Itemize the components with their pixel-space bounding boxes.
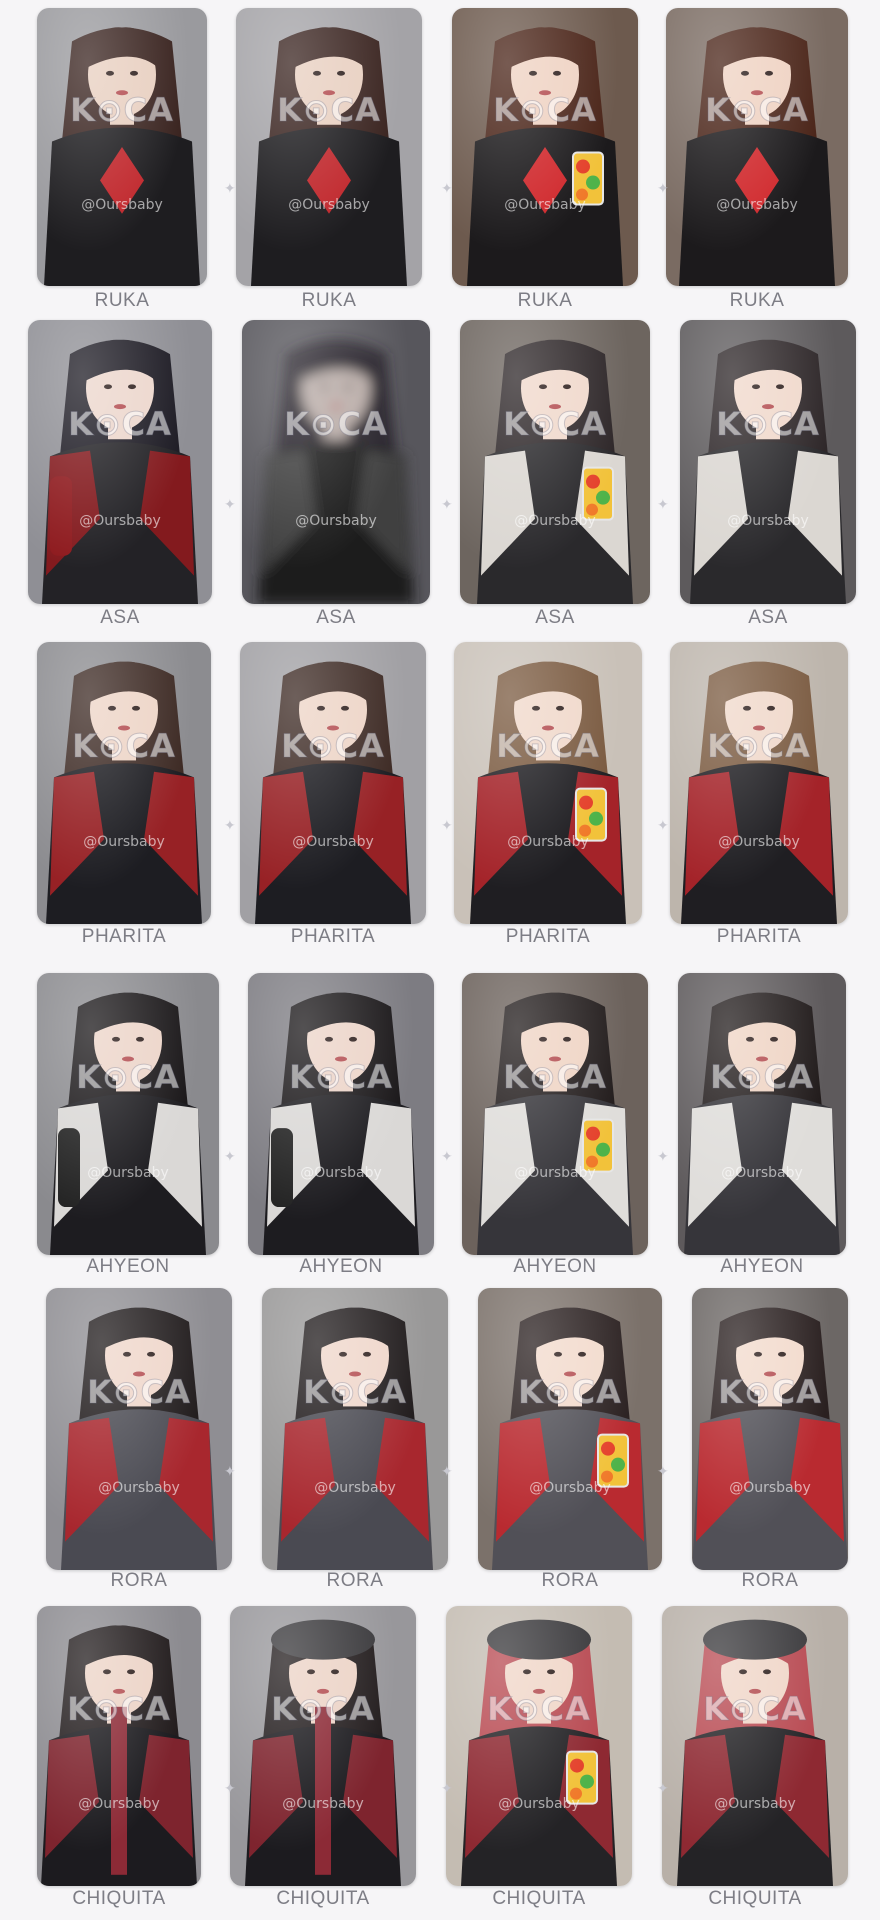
member-name-label: CHIQUITA <box>72 1888 166 1909</box>
photocard[interactable]: K⊙CA @Oursbaby <box>662 1606 848 1886</box>
photo-sheen <box>462 973 648 1255</box>
member-name-label: PHARITA <box>716 926 802 947</box>
photo-sheen <box>666 8 848 286</box>
photo-sheen <box>678 973 846 1255</box>
photocard[interactable]: K⊙CA @Oursbaby <box>454 642 642 924</box>
sparkle-icon: ✦ <box>441 180 453 197</box>
photo-sheen <box>248 973 434 1255</box>
photo-sheen <box>230 1606 416 1886</box>
sparkle-icon: ✦ <box>224 180 236 197</box>
photo-sheen <box>236 8 422 286</box>
member-name-label: AHYEON <box>513 1256 597 1277</box>
photo-sheen <box>452 8 638 286</box>
photocard[interactable]: K⊙CA @Oursbaby <box>242 320 430 604</box>
sparkle-icon: ✦ <box>224 1779 236 1796</box>
photocard[interactable]: K⊙CA @Oursbaby <box>37 8 207 286</box>
photo-sheen <box>37 1606 201 1886</box>
photocard[interactable]: K⊙CA @Oursbaby <box>460 320 650 604</box>
photo-sheen <box>692 1288 848 1570</box>
sparkle-icon: ✦ <box>441 1462 453 1479</box>
sparkle-icon: ✦ <box>224 1462 236 1479</box>
photo-sheen <box>662 1606 848 1886</box>
photocard[interactable]: K⊙CA @Oursbaby <box>230 1606 416 1886</box>
member-name-label: PHARITA <box>505 926 591 947</box>
sparkle-icon: ✦ <box>441 1779 453 1796</box>
photocard[interactable]: K⊙CA @Oursbaby <box>678 973 846 1255</box>
photo-sheen <box>37 642 211 924</box>
photo-sheen <box>478 1288 662 1570</box>
sparkle-icon: ✦ <box>657 496 669 513</box>
photo-sheen <box>680 320 856 604</box>
photocard[interactable]: K⊙CA @Oursbaby <box>37 973 219 1255</box>
member-name-label: RUKA <box>301 290 357 311</box>
photocard[interactable]: K⊙CA @Oursbaby <box>666 8 848 286</box>
member-name-label: ASA <box>100 607 140 628</box>
photo-sheen <box>454 642 642 924</box>
photocard[interactable]: K⊙CA @Oursbaby <box>46 1288 232 1570</box>
photocard[interactable]: K⊙CA @Oursbaby <box>446 1606 632 1886</box>
member-name-label: AHYEON <box>86 1256 170 1277</box>
photocard[interactable]: K⊙CA @Oursbaby <box>28 320 212 604</box>
sparkle-icon: ✦ <box>441 496 453 513</box>
sparkle-icon: ✦ <box>224 1147 236 1164</box>
photocard[interactable]: K⊙CA @Oursbaby <box>462 973 648 1255</box>
member-name-label: ASA <box>748 607 788 628</box>
photocard[interactable]: K⊙CA @Oursbaby <box>248 973 434 1255</box>
photo-sheen <box>28 320 212 604</box>
photo-sheen <box>262 1288 448 1570</box>
member-name-label: AHYEON <box>720 1256 804 1277</box>
member-name-label: RUKA <box>729 290 785 311</box>
photocard[interactable]: K⊙CA @Oursbaby <box>236 8 422 286</box>
photocard[interactable]: K⊙CA @Oursbaby <box>692 1288 848 1570</box>
photocard-sheet: K⊙CA @Oursbaby RUKA K⊙CA @Oursbaby RUKA K⊙CA @O… <box>0 0 880 1920</box>
photo-sheen <box>670 642 848 924</box>
photocard[interactable]: K⊙CA @Oursbaby <box>452 8 638 286</box>
sparkle-icon: ✦ <box>441 1147 453 1164</box>
photo-sheen <box>460 320 650 604</box>
photo-sheen <box>446 1606 632 1886</box>
sparkle-icon: ✦ <box>657 1779 669 1796</box>
sparkle-icon: ✦ <box>657 180 669 197</box>
sparkle-icon: ✦ <box>657 1147 669 1164</box>
sparkle-icon: ✦ <box>441 816 453 833</box>
photocard[interactable]: K⊙CA @Oursbaby <box>670 642 848 924</box>
photo-sheen <box>37 8 207 286</box>
member-name-label: CHIQUITA <box>708 1888 802 1909</box>
member-name-label: RUKA <box>517 290 573 311</box>
photocard[interactable]: K⊙CA @Oursbaby <box>37 1606 201 1886</box>
photocard[interactable]: K⊙CA @Oursbaby <box>262 1288 448 1570</box>
photocard[interactable]: K⊙CA @Oursbaby <box>680 320 856 604</box>
member-name-label: ASA <box>535 607 575 628</box>
member-name-label: RORA <box>541 1570 599 1591</box>
photo-sheen <box>240 642 426 924</box>
member-name-label: PHARITA <box>290 926 376 947</box>
photocard[interactable]: K⊙CA @Oursbaby <box>240 642 426 924</box>
photo-sheen <box>242 320 430 604</box>
member-name-label: CHIQUITA <box>276 1888 370 1909</box>
member-name-label: RORA <box>326 1570 384 1591</box>
member-name-label: ASA <box>316 607 356 628</box>
member-name-label: RUKA <box>94 290 150 311</box>
member-name-label: CHIQUITA <box>492 1888 586 1909</box>
photocard[interactable]: K⊙CA @Oursbaby <box>37 642 211 924</box>
photo-sheen <box>37 973 219 1255</box>
photocard[interactable]: K⊙CA @Oursbaby <box>478 1288 662 1570</box>
sparkle-icon: ✦ <box>224 496 236 513</box>
member-name-label: RORA <box>110 1570 168 1591</box>
sparkle-icon: ✦ <box>657 816 669 833</box>
member-name-label: PHARITA <box>81 926 167 947</box>
member-name-label: RORA <box>741 1570 799 1591</box>
member-name-label: AHYEON <box>299 1256 383 1277</box>
sparkle-icon: ✦ <box>224 816 236 833</box>
photo-sheen <box>46 1288 232 1570</box>
sparkle-icon: ✦ <box>657 1462 669 1479</box>
